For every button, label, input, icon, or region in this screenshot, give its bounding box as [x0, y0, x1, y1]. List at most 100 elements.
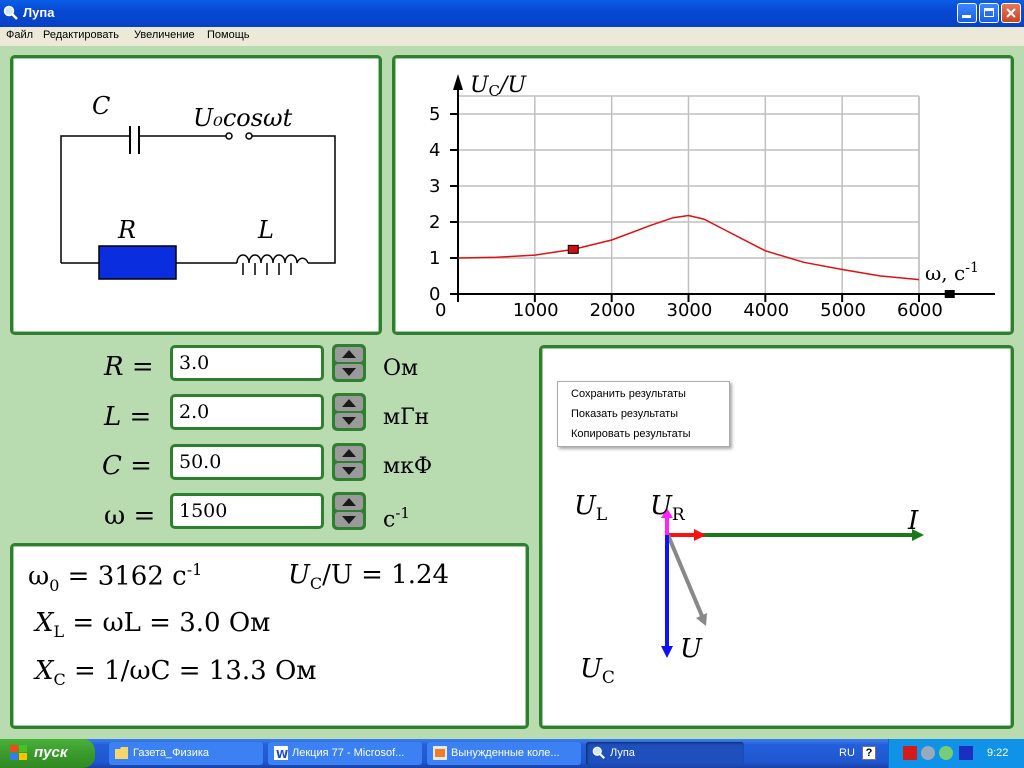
omega-input[interactable]: 1500	[170, 493, 324, 529]
r-unit: Ом	[383, 356, 419, 381]
plot-panel: 012345 0 1000 2000 3000 4000 5000 6000 UC/U ω,…	[392, 55, 1014, 335]
start-button[interactable]: пуск	[0, 739, 95, 768]
arrow-up-icon	[342, 399, 356, 407]
xl-result: XL = ωL = 3.0 Ом	[35, 608, 271, 642]
task-lecture[interactable]: W Лекция 77 - Microsof...	[268, 742, 422, 765]
u-label: U	[680, 634, 702, 664]
l-unit: мГн	[383, 405, 430, 430]
folder-icon	[115, 747, 128, 759]
y-tick-label: 1	[429, 248, 440, 269]
svg-text:W: W	[276, 748, 288, 760]
minimize-button[interactable]	[957, 3, 977, 23]
window-title: Лупа	[23, 5, 55, 20]
l-increment[interactable]	[335, 396, 363, 411]
param-label-l: L =	[104, 402, 152, 432]
volume-icon[interactable]	[939, 746, 953, 760]
omega-unit: c-1	[383, 504, 410, 533]
x-tick-label: 3000	[667, 300, 713, 321]
circuit-diagram	[60, 126, 336, 280]
magnifier-icon	[592, 746, 606, 760]
current-vector	[668, 529, 924, 541]
ppt-document-icon	[433, 746, 447, 760]
x-axis-label: ω, c-1	[925, 260, 979, 285]
menu-help[interactable]: Помощь	[207, 29, 250, 41]
source-label: U₀cosωt	[193, 104, 293, 132]
x-tick-label: 4000	[743, 300, 789, 321]
arrow-down-icon	[342, 417, 356, 425]
arrow-up-icon	[342, 350, 356, 358]
ur-vector	[668, 529, 706, 541]
menu-bar: Файл Редактировать Увеличение Помощь	[0, 27, 1024, 46]
network-icon[interactable]	[921, 746, 935, 760]
omega-decrement[interactable]	[335, 512, 363, 527]
x-tick-label: 5000	[820, 300, 866, 321]
y-tick-label: 5	[429, 104, 440, 125]
param-label-r: R =	[104, 352, 154, 382]
i-label: I	[908, 506, 919, 536]
resistor-label: R	[118, 216, 137, 244]
arrow-down-icon	[342, 467, 356, 475]
media-icon[interactable]	[959, 746, 973, 760]
results-panel: ω0 = 3162 c-1 UC/U = 1.24 XL = ωL = 3.0 …	[10, 543, 529, 729]
y-axis-label: UC/U	[470, 73, 527, 100]
arrow-down-icon	[342, 516, 356, 524]
c-stepper[interactable]	[332, 443, 366, 481]
y-tick-label: 2	[429, 212, 440, 233]
title-bar: Лупа	[0, 0, 1024, 27]
r-input[interactable]: 3.0	[170, 345, 324, 381]
close-button[interactable]	[1001, 3, 1021, 23]
context-copy-results[interactable]: Копировать результаты	[571, 428, 690, 440]
resonance-chart: 012345 0 1000 2000 3000 4000 5000 6000 UC/U ω,…	[429, 73, 995, 321]
close-icon	[1006, 8, 1016, 18]
help-icon[interactable]: ?	[862, 746, 876, 760]
inductor-label: L	[258, 216, 274, 244]
c-decrement[interactable]	[335, 463, 363, 478]
c-increment[interactable]	[335, 446, 363, 461]
clock: 9:22	[987, 747, 1009, 759]
c-input[interactable]: 50.0	[170, 444, 324, 480]
menu-edit[interactable]: Редактировать	[43, 29, 119, 41]
omega-marker[interactable]	[567, 244, 579, 254]
x-tick-label: 2000	[590, 300, 636, 321]
ur-label: UR	[650, 491, 685, 526]
context-save-results[interactable]: Сохранить результаты	[571, 388, 686, 400]
ratio-result: UC/U = 1.24	[288, 560, 450, 594]
uc-vector	[661, 535, 673, 658]
context-show-results[interactable]: Показать результаты	[571, 408, 678, 420]
r-decrement[interactable]	[335, 364, 363, 379]
r-increment[interactable]	[335, 347, 363, 362]
param-label-omega: ω =	[104, 501, 156, 531]
arrow-up-icon	[342, 449, 356, 457]
maximize-button[interactable]	[979, 3, 999, 23]
menu-zoom[interactable]: Увеличение	[134, 29, 195, 41]
omega-increment[interactable]	[335, 495, 363, 510]
arrow-down-icon	[342, 368, 356, 376]
x-axis-slider[interactable]	[944, 290, 955, 298]
system-tray: 9:22	[888, 739, 1024, 768]
capacitor-label: C	[92, 92, 111, 120]
ul-label: UL	[574, 491, 608, 526]
l-decrement[interactable]	[335, 413, 363, 428]
menu-file[interactable]: Файл	[6, 29, 33, 41]
x-tick-label: 1000	[513, 300, 559, 321]
task-gazeta[interactable]: Газета_Физика	[109, 742, 263, 765]
language-indicator[interactable]: RU	[839, 747, 855, 759]
l-stepper[interactable]	[332, 393, 366, 431]
magnifier-icon	[3, 5, 18, 20]
windows-logo-icon	[10, 745, 27, 760]
u-vector	[666, 534, 707, 626]
task-lupa[interactable]: Лупа	[586, 742, 744, 765]
resistor	[98, 245, 177, 280]
taskbar: пуск Газета_Физика W Лекция 77 - Microso…	[0, 739, 1024, 768]
omega-stepper[interactable]	[332, 492, 366, 530]
circuit-panel: C U₀cosωt R L	[10, 55, 382, 335]
uc-label: UC	[580, 654, 615, 689]
task-vynuzhdennye[interactable]: Вынужденные коле...	[427, 742, 581, 765]
y-tick-label: 3	[429, 176, 440, 197]
l-input[interactable]: 2.0	[170, 394, 324, 430]
x-tick-label: 6000	[897, 300, 943, 321]
x-tick-label: 0	[435, 300, 446, 321]
arrow-up-icon	[342, 498, 356, 506]
antivirus-icon[interactable]	[903, 746, 917, 760]
r-stepper[interactable]	[332, 344, 366, 382]
